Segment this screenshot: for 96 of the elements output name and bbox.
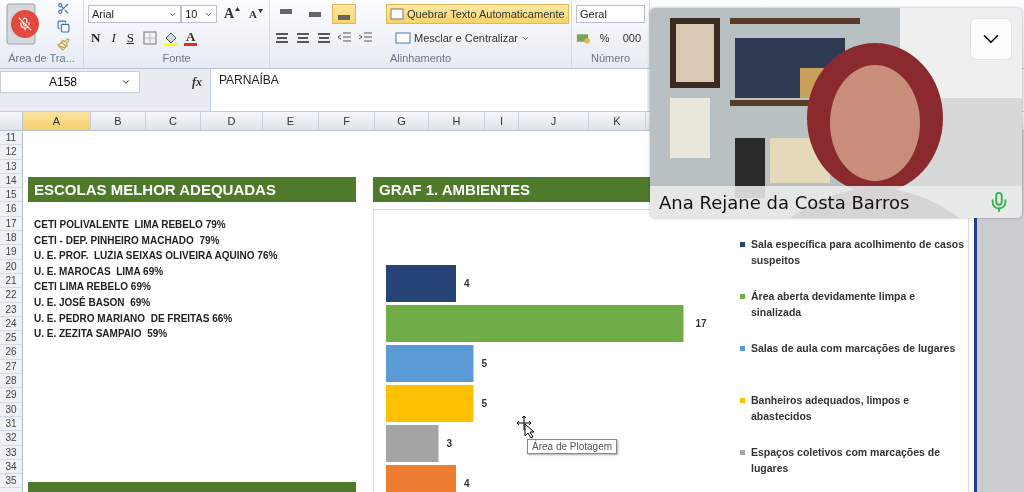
row-header[interactable]: 29 <box>0 388 22 403</box>
school-item: U. E. JOSÉ BASON 69% <box>33 295 152 310</box>
cut-icon[interactable] <box>57 2 70 15</box>
row-header[interactable]: 32 <box>0 431 22 446</box>
legend-item: Área aberta devidamente limpa e sinalizada <box>740 288 968 322</box>
legend-label: Salas de aula com marcações de lugares <box>751 341 956 356</box>
column-header[interactable]: F <box>319 112 375 130</box>
school-item: CETI LIMA REBELO 69% <box>33 280 152 295</box>
align-icon <box>338 14 350 20</box>
row-header[interactable]: 28 <box>0 374 22 389</box>
row-header[interactable]: 34 <box>0 459 22 475</box>
legend-label: Banheiros adequados, limpos e abastecidos <box>751 393 911 424</box>
font-name-select[interactable]: Arial <box>88 5 182 23</box>
data-label: 5 <box>481 398 488 409</box>
vertical-align-button[interactable] <box>332 4 356 24</box>
school-item: U. E. PROF. LUZIA SEIXAS OLIVEIRA AQUINO 76% <box>33 249 279 264</box>
shrink-font-button[interactable]: A <box>247 8 265 20</box>
column-header[interactable]: K <box>589 112 646 130</box>
align-text-icon[interactable] <box>274 30 290 46</box>
row-header[interactable]: 26 <box>0 345 22 360</box>
column-header[interactable]: C <box>146 112 201 130</box>
group-label: Alinhamento <box>388 52 453 66</box>
underline-button[interactable]: S <box>123 30 137 46</box>
percent-button[interactable]: % <box>595 28 614 48</box>
name-box[interactable]: A158 <box>0 71 140 93</box>
row-header[interactable]: 23 <box>0 302 22 317</box>
school-item: CETI - DEP. PINHEIRO MACHADO 79% <box>33 233 221 248</box>
grow-font-button[interactable]: A <box>221 7 243 21</box>
column-header[interactable]: D <box>201 112 263 130</box>
merge-center-button[interactable]: Mesclar e Centralizar <box>391 28 534 48</box>
row-header[interactable]: 17 <box>0 216 22 232</box>
row-header[interactable]: 24 <box>0 316 22 332</box>
legend-label: Espaços coletivos com marcações de lugares <box>751 445 942 476</box>
row-header[interactable]: 27 <box>0 359 22 375</box>
school-item: U. E. MAROCAS LIMA 69% <box>33 264 165 279</box>
row-header[interactable]: 25 <box>0 331 22 346</box>
row-header[interactable]: 15 <box>0 188 22 203</box>
school-item: U. E. ZEZITA SAMPAIO 59% <box>33 327 169 342</box>
data-label: 4 <box>464 478 470 489</box>
row-header[interactable]: 30 <box>0 402 22 417</box>
align-icon <box>280 8 292 14</box>
caret-icon <box>121 77 131 87</box>
row-header[interactable]: 16 <box>0 202 22 217</box>
group-label: Fonte <box>161 52 192 66</box>
row-header[interactable]: 21 <box>0 273 22 289</box>
legend-item: Salas de aula com marcações de lugares <box>740 340 968 374</box>
row-header[interactable]: 22 <box>0 288 22 303</box>
row-header[interactable]: 18 <box>0 231 22 246</box>
align-icon <box>309 11 321 17</box>
row-header[interactable]: 19 <box>0 245 22 260</box>
column-header[interactable]: B <box>91 112 146 130</box>
align-text-icon[interactable] <box>295 30 311 46</box>
wrap-text-button[interactable]: Quebrar Texto Automaticamente <box>386 4 569 24</box>
column-header[interactable]: G <box>375 112 429 130</box>
font-color-button[interactable]: A <box>183 30 198 46</box>
legend-item: Espaços coletivos com marcações de lugares <box>740 444 968 478</box>
school-item: U. E. PEDRO MARIANO DE FREITAS 66% <box>33 311 234 326</box>
tooltip: Área de Plotagem <box>527 439 618 454</box>
formula-field[interactable]: PARNAÍBA <box>210 69 647 111</box>
data-label: 4 <box>464 278 470 289</box>
row-header[interactable]: 35 <box>0 474 22 489</box>
column-header[interactable]: J <box>519 112 589 130</box>
function-button[interactable]: fx <box>140 71 210 93</box>
row-header[interactable]: 12 <box>0 145 22 160</box>
number-format-select[interactable]: Geral <box>576 5 645 23</box>
row-header[interactable]: 13 <box>0 159 22 174</box>
row-header[interactable]: 14 <box>0 173 22 189</box>
copy-icon[interactable] <box>57 20 70 33</box>
group-label: Número <box>589 52 632 66</box>
row-header[interactable]: 20 <box>0 259 22 274</box>
merge-cells-icon <box>395 31 411 45</box>
wrap-text-icon <box>390 7 404 21</box>
data-label: 3 <box>446 438 453 449</box>
legend-item: Sala específica para acolhimento de casos suspeitos <box>740 236 968 270</box>
legend-label: Área aberta devidamente limpa e sinalizada <box>751 289 916 320</box>
caret-up-icon <box>235 7 241 11</box>
group-label: Área de Tra... <box>7 52 76 66</box>
legend-item: Banheiros adequados, limpos e abastecidos <box>740 392 968 426</box>
column-header[interactable]: A <box>23 112 91 130</box>
row-header[interactable]: 31 <box>0 416 22 432</box>
thousands-button[interactable]: 000 <box>618 28 645 48</box>
bold-button[interactable]: N <box>88 30 104 46</box>
align-text-icon[interactable] <box>316 30 332 46</box>
italic-button[interactable]: I <box>108 30 119 46</box>
column-header[interactable]: H <box>429 112 485 130</box>
data-label: 5 <box>481 358 488 369</box>
school-item: CETI POLIVALENTE LIMA REBELO 79% <box>33 218 227 232</box>
row-header[interactable]: 33 <box>0 445 22 460</box>
caret-down-icon <box>258 8 263 13</box>
data-label: 17 <box>695 318 707 329</box>
row-header[interactable]: 11 <box>0 131 22 146</box>
section-title: ESCOLAS MELHOR ADEQUADAS <box>28 177 356 202</box>
column-header[interactable]: E <box>263 112 319 130</box>
font-size-select[interactable]: 10 <box>181 5 217 23</box>
column-header[interactable]: I <box>485 112 519 130</box>
fill-color-icon[interactable] <box>162 30 179 46</box>
